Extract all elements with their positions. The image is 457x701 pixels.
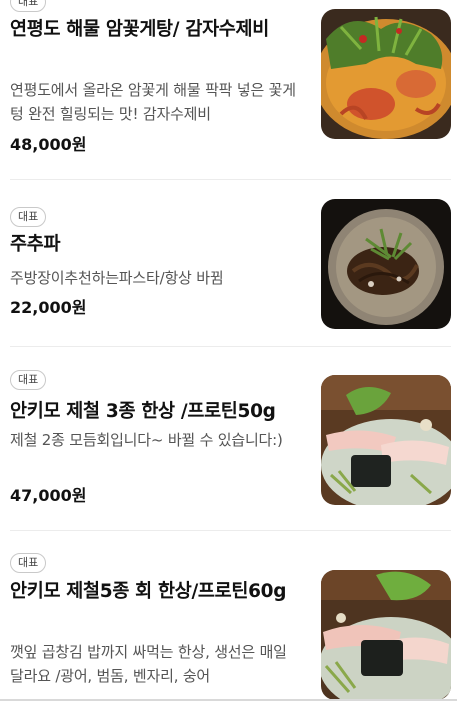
menu-item-price: 47,000원	[10, 486, 87, 505]
menu-item-photo[interactable]	[321, 375, 451, 505]
menu-item-photo[interactable]	[321, 9, 451, 139]
divider	[10, 530, 451, 531]
menu-item-photo[interactable]	[321, 199, 451, 329]
sashimi-set-photo	[321, 570, 451, 700]
menu-item-price: 22,000원	[10, 298, 87, 317]
menu-item-description: 제철 2종 모듬회입니다~ 바뀔 수 있습니다:)	[10, 431, 283, 449]
signature-badge: 대표	[10, 0, 47, 12]
menu-item-description: 연평도에서 올라온 암꽃게 해물 팍팍 넣은 꽃게텅 완전 힐링되는 맛! 감자…	[10, 81, 296, 123]
menu-item-name: 연평도 해물 암꽃게탕/ 감자수제비	[10, 19, 269, 40]
menu-item-description: 주방장이추천하는파스타/항상 바뀜	[10, 269, 224, 287]
menu-item-photo[interactable]	[321, 570, 451, 700]
divider	[10, 346, 451, 347]
menu-item-price: 48,000원	[10, 135, 87, 154]
signature-badge: 대표	[10, 207, 47, 227]
menu-item-name: 안키모 제철 3종 한상 /프로틴50g	[10, 401, 276, 422]
menu-item-name: 안키모 제철5종 회 한상/프로틴60g	[10, 581, 287, 602]
crab-stew-photo	[321, 9, 451, 139]
divider	[10, 179, 451, 180]
pasta-photo	[321, 199, 451, 329]
menu-item-name: 주추파	[10, 234, 61, 255]
signature-badge: 대표	[10, 370, 47, 390]
sashimi-platter-photo	[321, 375, 451, 505]
menu-item-description: 깻잎 곱창김 밥까지 싸먹는 한상, 생선은 매일 달라요 /광어, 범돔, 벤…	[10, 643, 287, 685]
signature-badge: 대표	[10, 553, 47, 573]
